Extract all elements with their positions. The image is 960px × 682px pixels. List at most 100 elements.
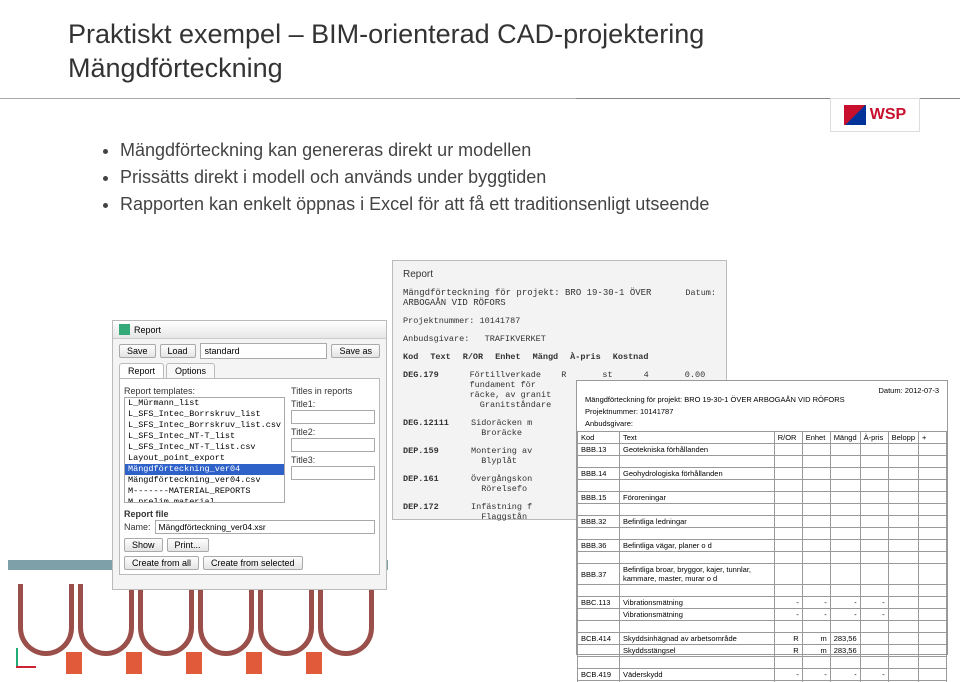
create-from-all-button[interactable]: Create from all: [124, 556, 199, 570]
bridge-arch: [78, 584, 134, 656]
title3-input[interactable]: [291, 466, 375, 480]
slide: Praktiskt exempel – BIM-orienterad CAD-p…: [0, 0, 960, 682]
create-from-selected-button[interactable]: Create from selected: [203, 556, 303, 570]
excel-row: BBB.15Föroreningar: [578, 492, 947, 504]
bridge-pier: [186, 652, 202, 674]
bridge-arch: [198, 584, 254, 656]
title3-label: Title3:: [291, 455, 375, 465]
horizontal-rule: [0, 98, 960, 99]
excel-anbud-label: Anbudsgivare:: [585, 419, 939, 428]
bullet-3: Rapporten kan enkelt öppnas i Excel för …: [120, 194, 709, 215]
excel-row: BBB.32Befintliga ledningar: [578, 516, 947, 528]
title-line-2: Mängdförteckning: [68, 53, 283, 83]
load-button[interactable]: Load: [160, 344, 196, 358]
title-block: Praktiskt exempel – BIM-orienterad CAD-p…: [68, 18, 704, 86]
bridge-pier: [306, 652, 322, 674]
excel-header: R/OR: [774, 432, 802, 444]
report-project-heading: Mängdförteckning för projekt: BRO 19-30-…: [403, 288, 685, 308]
bullet-2: Prissätts direkt i modell och används un…: [120, 167, 709, 188]
anbud-value: TRAFIKVERKET: [485, 334, 546, 344]
report-dialog: Report Save Load Save as Report Options …: [112, 320, 387, 590]
excel-header: Belopp: [888, 432, 918, 444]
column-header: Enhet: [495, 352, 521, 362]
templates-label: Report templates:: [124, 386, 285, 396]
excel-row: BBB.13Geotekniska förhållanden: [578, 444, 947, 456]
projnr-label: Projektnummer:: [403, 316, 474, 326]
column-header: Kostnad: [613, 352, 649, 362]
excel-row: BBB.37Befintliga broar, bryggor, kajer, …: [578, 564, 947, 585]
excel-table: KodTextR/OREnhetMängdÀ-prisBelopp+ BBB.1…: [577, 431, 947, 682]
excel-projnr: 10141787: [640, 407, 673, 416]
excel-header: Text: [620, 432, 775, 444]
titles-label: Titles in reports: [291, 386, 375, 396]
bridge-pier: [66, 652, 82, 674]
bridge-arch: [258, 584, 314, 656]
bridge-arch: [138, 584, 194, 656]
bullet-list: Mängdförteckning kan genereras direkt ur…: [120, 140, 709, 221]
plain-report-heading: Report: [403, 269, 716, 280]
excel-row: BBB.36Befintliga vägar, planer o d: [578, 540, 947, 552]
dialog-titlebar: Report: [113, 321, 386, 339]
title1-input[interactable]: [291, 410, 375, 424]
excel-subrow: SkyddsstängselRm283,56: [578, 645, 947, 657]
excel-row: BBC.113Vibrationsmätning----: [578, 597, 947, 609]
bridge-pier: [246, 652, 262, 674]
datum-label: Datum:: [685, 288, 716, 308]
excel-date-label: Datum:: [879, 386, 903, 395]
name-label: Name:: [124, 522, 151, 532]
excel-header: Kod: [578, 432, 620, 444]
preset-combo[interactable]: [200, 343, 328, 359]
name-input[interactable]: [155, 520, 375, 534]
wsp-logo: WSP: [830, 98, 920, 132]
column-header: À-pris: [570, 352, 601, 362]
template-item[interactable]: L_SFS_Intec_Borrskruv_list.csv: [125, 420, 284, 431]
excel-date: 2012-07-3: [905, 386, 939, 395]
template-item[interactable]: L_Mürmann_list: [125, 398, 284, 409]
excel-header: Enhet: [802, 432, 830, 444]
save-as-button[interactable]: Save as: [331, 344, 380, 358]
template-item[interactable]: Layout_point_export: [125, 453, 284, 464]
bullet-1: Mängdförteckning kan genereras direkt ur…: [120, 140, 709, 161]
bridge-arch: [318, 584, 374, 656]
report-icon: [119, 324, 130, 335]
template-item[interactable]: M_prelim_material: [125, 497, 284, 503]
report-column-headers: Kod Text R/OR Enhet Mängd À-pris Kostnad: [403, 352, 716, 362]
dialog-title: Report: [134, 325, 161, 335]
excel-preview: Datum: 2012-07-3 Mängdförteckning för pr…: [576, 380, 948, 655]
projnr-value: 10141787: [480, 316, 521, 326]
column-header: Text: [430, 352, 450, 362]
logo-text: WSP: [870, 106, 906, 124]
excel-projnr-label: Projektnummer:: [585, 407, 638, 416]
show-button[interactable]: Show: [124, 538, 163, 552]
excel-heading: Mängdförteckning för projekt: BRO 19-30-…: [585, 395, 939, 404]
bridge-pier: [126, 652, 142, 674]
column-header: Kod: [403, 352, 418, 362]
template-item[interactable]: L_SFS_Intec_NT-T_list.csv: [125, 442, 284, 453]
templates-listbox[interactable]: L_Mürmann_listL_SFS_Intec_Borrskruv_list…: [124, 397, 285, 503]
template-item[interactable]: L_SFS_Intec_NT-T_list: [125, 431, 284, 442]
title2-input[interactable]: [291, 438, 375, 452]
report-file-label: Report file: [124, 509, 375, 519]
column-header: Mängd: [533, 352, 559, 362]
save-button[interactable]: Save: [119, 344, 156, 358]
title2-label: Title2:: [291, 427, 375, 437]
template-item[interactable]: L_SFS_Intec_Borrskruv_list: [125, 409, 284, 420]
excel-header: À-pris: [860, 432, 888, 444]
axis-gizmo-icon: [10, 646, 36, 672]
excel-header: Mängd: [830, 432, 860, 444]
template-item[interactable]: Mängdförteckning_ver04: [125, 464, 284, 475]
anbud-label: Anbudsgivare:: [403, 334, 469, 344]
excel-row: BBB.14Geohydrologiska förhållanden: [578, 468, 947, 480]
template-item[interactable]: M-------MATERIAL_REPORTS: [125, 486, 284, 497]
excel-row: BCB.419Väderskydd----: [578, 669, 947, 681]
column-header: R/OR: [463, 352, 483, 362]
logo-flag-icon: [844, 105, 866, 125]
title1-label: Title1:: [291, 399, 375, 409]
title-line-1: Praktiskt exempel – BIM-orienterad CAD-p…: [68, 19, 704, 49]
excel-row: BCB.414Skyddsinhägnad av arbetsområdeRm2…: [578, 633, 947, 645]
template-item[interactable]: Mängdförteckning_ver04.csv: [125, 475, 284, 486]
excel-subrow: Vibrationsmätning----: [578, 609, 947, 621]
tab-report[interactable]: Report: [119, 363, 164, 378]
tab-options[interactable]: Options: [166, 363, 215, 378]
print-button[interactable]: Print...: [167, 538, 209, 552]
